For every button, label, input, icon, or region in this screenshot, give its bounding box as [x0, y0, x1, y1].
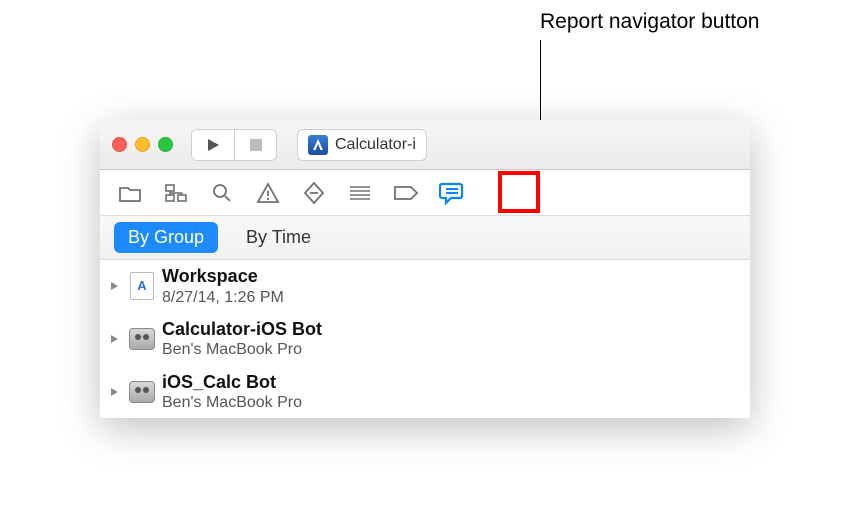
stop-button[interactable] — [234, 130, 276, 160]
window-titlebar: Calculator-i — [100, 120, 750, 170]
debug-navigator-button[interactable] — [340, 174, 380, 212]
window-controls — [112, 137, 173, 152]
scheme-label: Calculator-i — [335, 136, 416, 154]
list-item-title: Workspace — [162, 266, 284, 288]
run-button[interactable] — [192, 130, 234, 160]
list-item-subtitle: Ben's MacBook Pro — [162, 340, 322, 359]
list-item[interactable]: Calculator-iOS Bot Ben's MacBook Pro — [100, 313, 750, 366]
filter-by-time[interactable]: By Time — [232, 222, 325, 253]
callout-highlight — [498, 171, 540, 213]
list-item-title: iOS_Calc Bot — [162, 372, 302, 394]
report-filter-bar: By Group By Time — [100, 216, 750, 260]
scheme-selector[interactable]: Calculator-i — [297, 129, 427, 161]
bot-icon — [128, 378, 156, 406]
workspace-icon — [128, 272, 156, 300]
zoom-icon[interactable] — [158, 137, 173, 152]
xcode-window: Calculator-i By Group By Time — [100, 120, 750, 418]
navigator-selector-bar — [100, 170, 750, 216]
report-navigator-button[interactable] — [432, 174, 472, 212]
bot-icon — [128, 325, 156, 353]
minimize-icon[interactable] — [135, 137, 150, 152]
disclosure-triangle-icon[interactable] — [106, 384, 122, 400]
list-item-title: Calculator-iOS Bot — [162, 319, 322, 341]
list-item-subtitle: Ben's MacBook Pro — [162, 393, 302, 412]
close-icon[interactable] — [112, 137, 127, 152]
run-stop-group — [191, 129, 277, 161]
disclosure-triangle-icon[interactable] — [106, 331, 122, 347]
list-item[interactable]: Workspace 8/27/14, 1:26 PM — [100, 260, 750, 313]
find-navigator-button[interactable] — [202, 174, 242, 212]
filter-by-group[interactable]: By Group — [114, 222, 218, 253]
test-navigator-button[interactable] — [294, 174, 334, 212]
report-list: Workspace 8/27/14, 1:26 PM Calculator-iO… — [100, 260, 750, 418]
xcode-app-icon — [308, 135, 328, 155]
disclosure-triangle-icon[interactable] — [106, 278, 122, 294]
callout-label: Report navigator button — [540, 10, 759, 34]
issue-navigator-button[interactable] — [248, 174, 288, 212]
list-item-subtitle: 8/27/14, 1:26 PM — [162, 288, 284, 307]
breakpoint-navigator-button[interactable] — [386, 174, 426, 212]
symbol-navigator-button[interactable] — [156, 174, 196, 212]
project-navigator-button[interactable] — [110, 174, 150, 212]
list-item[interactable]: iOS_Calc Bot Ben's MacBook Pro — [100, 366, 750, 419]
